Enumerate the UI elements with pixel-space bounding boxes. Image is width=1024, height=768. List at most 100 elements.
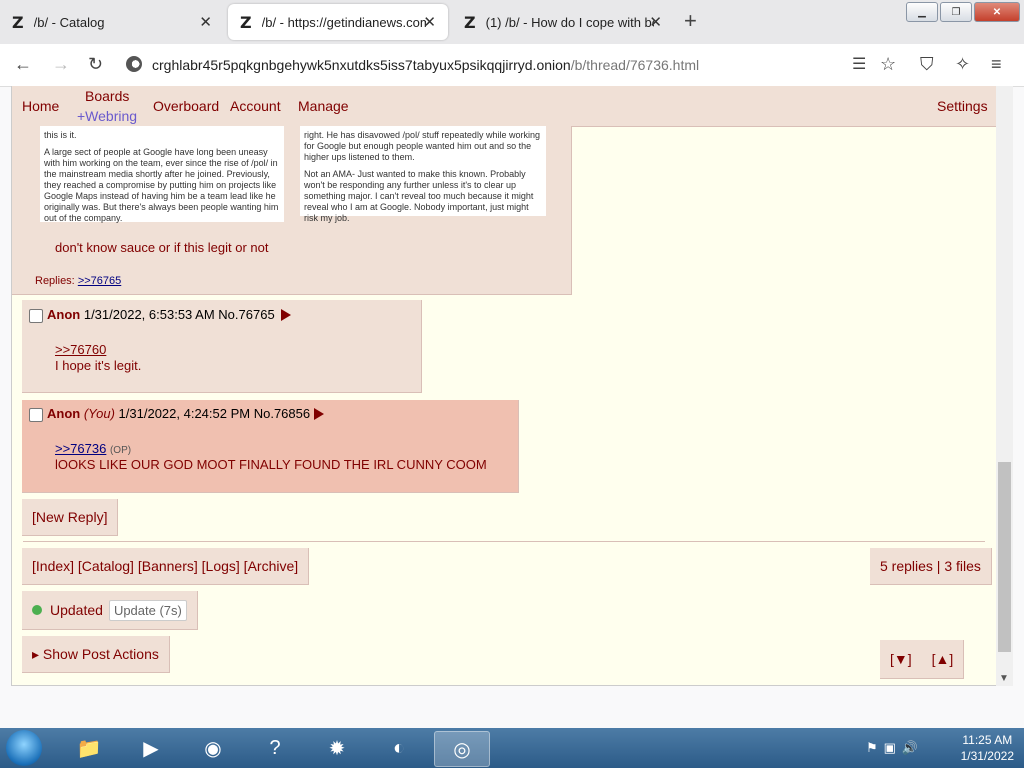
updated-label: Updated [50,602,103,618]
bookmark-star-icon[interactable]: ☆ [880,54,896,75]
post-message: don't know sauce or if this legit or not [55,240,269,255]
tab-thread[interactable]: Z (1) /b/ - How do I cope with be ✕ [452,4,674,40]
new-reply-button[interactable]: [New Reply] [22,499,119,536]
nav-home[interactable]: Home [22,98,59,114]
poster-name: Anon [47,307,81,322]
scroll-controls: [▼] [▲] [880,640,965,679]
thread-stats: 5 replies | 3 files [870,548,992,585]
post-menu-arrow-icon[interactable] [281,309,291,321]
system-tray-icons[interactable]: ⚑▣🔊 [866,740,924,756]
back-icon[interactable]: ← [14,54,32,75]
quote-line: >>76736 (OP) [55,441,131,456]
nav-overboard[interactable]: Overboard [153,98,219,114]
clock-time: 11:25 AM [962,733,1013,747]
shield-icon[interactable]: ⛉ [920,54,934,75]
explorer-icon[interactable]: 📁 [62,731,116,765]
post-header: Anon 1/31/2022, 6:53:53 AM No.76765 [47,307,275,322]
scroll-up-button[interactable]: [▲] [932,651,954,667]
reply-backlink[interactable]: >>76765 [78,275,121,287]
tab-title: (1) /b/ - How do I cope with be [485,14,654,30]
post-select-checkbox[interactable] [29,309,43,323]
reload-icon[interactable]: ↻ [88,54,103,75]
media-player-icon[interactable]: ▶ [124,731,178,765]
scrollbar-thumb[interactable] [998,462,1011,652]
close-icon[interactable]: ✕ [423,13,436,31]
firefox-icon[interactable]: ◐ [372,731,426,765]
quote-link[interactable]: >>76760 [55,342,106,357]
tab-catalog[interactable]: Z /b/ - Catalog ✕ [0,4,224,40]
reply-post-76856: Anon (You) 1/31/2022, 4:24:52 PM No.7685… [22,400,519,493]
replies-label: Replies: [35,275,75,287]
post-message: lOOKS LIKE OUR GOD MOOT FINALLY FOUND TH… [55,457,487,472]
window-close-button[interactable]: ✕ [974,2,1020,22]
post-image-1[interactable]: this is it. A large sect of people at Go… [40,126,284,223]
poster-name: Anon [47,406,81,421]
reader-view-icon[interactable]: ☰ [852,54,866,74]
nav-settings[interactable]: Settings [937,98,988,114]
post-menu-arrow-icon[interactable] [314,408,324,420]
post-datetime: 1/31/2022, 6:53:53 AM [83,307,215,322]
forward-icon[interactable]: → [52,54,70,75]
nav-account[interactable]: Account [230,98,281,114]
maximize-button[interactable]: ❐ [940,2,972,22]
app-icon[interactable]: ✹ [310,731,364,765]
op-tag: (OP) [109,445,132,456]
nav-webring[interactable]: +Webring [77,108,137,124]
navigation-bar: ← → ↻ crghlabr45r5pqkgnbgehywk5nxutdks5i… [0,44,1024,87]
update-button[interactable]: Update (7s) [108,599,187,621]
site-navigation: Home Boards +Webring Overboard Account M… [12,86,997,127]
scrollbar[interactable]: ▼ [996,86,1013,686]
site-logo-icon: Z [12,12,24,32]
image-text: A large sect of people at Google have lo… [44,147,279,223]
window-controls: ▁ ❐ ✕ [906,2,1020,22]
post-select-checkbox[interactable] [29,408,43,422]
image-text: this is it. [44,130,77,140]
image-text: Not an AMA- Just wanted to make this kno… [304,169,534,223]
quote-link[interactable]: >>76736 [55,441,106,456]
page-content: Home Boards +Webring Overboard Account M… [11,86,997,686]
post-number[interactable]: No.76856 [254,406,310,421]
status-dot-icon [32,605,42,615]
post-number[interactable]: No.76765 [218,307,274,322]
tor-browser-icon[interactable]: ◎ [434,731,490,767]
onion-icon[interactable] [126,56,142,72]
address-bar[interactable]: crghlabr45r5pqkgnbgehywk5nxutdks5iss7tab… [152,57,699,73]
tab-title: /b/ - Catalog [33,14,105,30]
tab-title: /b/ - https://getindianews.com [261,14,426,30]
magic-wand-icon[interactable]: ✧ [955,54,970,75]
new-tab-button[interactable]: + [684,9,697,33]
image-text: right. He has disavowed /pol/ stuff repe… [304,130,540,162]
tab-current[interactable]: Z /b/ - https://getindianews.com ✕ [228,4,448,40]
scroll-arrow-down-icon[interactable]: ▼ [999,673,1009,684]
close-icon[interactable]: ✕ [199,13,212,31]
post-datetime: 1/31/2022, 4:24:52 PM [118,406,251,421]
post-message: I hope it's legit. [55,358,142,373]
url-host: crghlabr45r5pqkgnbgehywk5nxutdks5iss7tab… [152,57,571,73]
scroll-down-button[interactable]: [▼] [890,651,912,667]
you-tag: (You) [83,406,115,421]
board-links[interactable]: [Index] [Catalog] [Banners] [Logs] [Arch… [22,548,310,585]
post-image-2[interactable]: right. He has disavowed /pol/ stuff repe… [300,126,546,223]
site-logo-icon: Z [240,12,252,32]
site-logo-icon: Z [464,12,476,32]
url-path: /b/thread/76736.html [570,57,700,73]
op-post: this is it. A large sect of people at Go… [12,126,572,295]
close-icon[interactable]: ✕ [649,13,662,31]
clock-date: 1/31/2022 [960,749,1014,763]
nav-manage[interactable]: Manage [298,98,349,114]
show-post-actions[interactable]: ▸ Show Post Actions [22,636,170,673]
nav-boards[interactable]: Boards [85,88,129,104]
clock[interactable]: 11:25 AM 1/31/2022 [961,732,1014,764]
minimize-button[interactable]: ▁ [906,2,938,22]
tab-bar: Z /b/ - Catalog ✕ Z /b/ - https://getind… [0,0,1024,44]
post-replies: Replies: >>76765 [35,275,121,287]
reply-post-76765: Anon 1/31/2022, 6:53:53 AM No.76765 >>76… [22,300,422,393]
start-button[interactable] [6,730,42,766]
post-header: Anon (You) 1/31/2022, 4:24:52 PM No.7685… [47,406,310,421]
updater-panel: Updated Update (7s) [22,591,198,630]
menu-icon[interactable]: ≡ [991,54,1002,75]
help-icon[interactable]: ? [248,731,302,765]
divider [23,541,985,542]
windows-taskbar: 📁 ▶ ◉ ? ✹ ◐ ◎ ⚑▣🔊 11:25 AM 1/31/2022 [0,728,1024,768]
chrome-icon[interactable]: ◉ [186,731,240,765]
